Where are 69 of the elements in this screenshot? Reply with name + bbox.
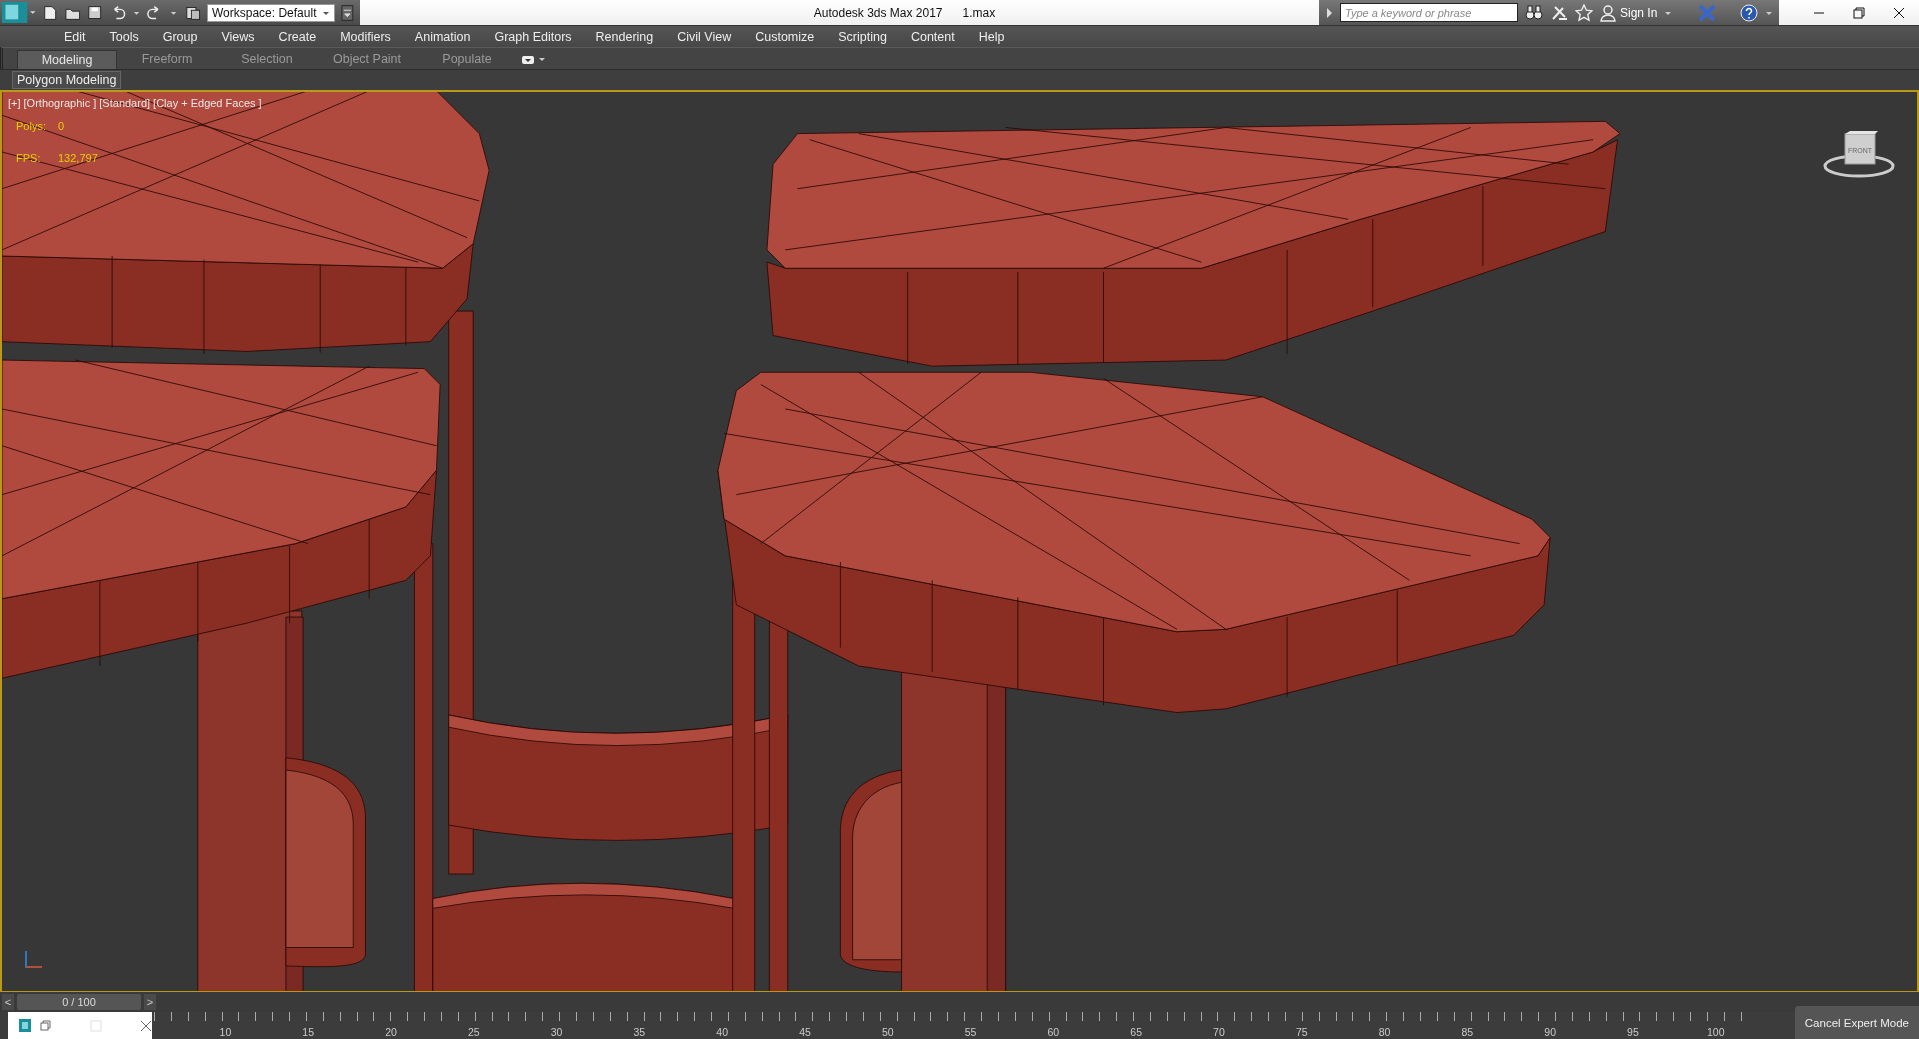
frame-number: 95	[1626, 1026, 1640, 1039]
app-logo-icon[interactable]	[0, 0, 37, 25]
frame-number: 25	[466, 1026, 481, 1039]
ribbon-tab[interactable]: Freeform	[117, 50, 217, 69]
frame-number: 10	[218, 1026, 233, 1039]
restore-icon[interactable]	[1853, 6, 1865, 19]
frame-number: 50	[880, 1026, 895, 1039]
sign-in-label: Sign In	[1620, 5, 1658, 20]
close-icon[interactable]	[1893, 6, 1905, 19]
dropdown-caret-icon	[538, 55, 546, 64]
window-title: Autodesk 3ds Max 2017	[813, 5, 943, 20]
frame-number: 65	[1129, 1026, 1143, 1039]
menu-item[interactable]: Civil View	[665, 29, 744, 44]
viewport-menu-label[interactable]: [+]	[8, 97, 21, 109]
menu-item[interactable]: Create	[266, 29, 329, 44]
menu-item[interactable]: Help	[966, 29, 1017, 44]
search-field[interactable]: Type a keyword or phrase	[1340, 3, 1518, 22]
menu-item[interactable]: Edit	[52, 29, 98, 44]
menu-item[interactable]: Content	[898, 29, 967, 44]
ribbon-toggle-icon	[521, 53, 535, 66]
workspace-dropdown[interactable]: Workspace: Default	[206, 3, 336, 22]
next-frame-button[interactable]: >	[144, 994, 156, 1010]
frame-number: 70	[1212, 1026, 1226, 1039]
menu-item[interactable]: Tools	[97, 29, 151, 44]
frame-number: 55	[963, 1026, 978, 1039]
menu-item[interactable]: Modifiers	[328, 29, 403, 44]
menu-item[interactable]: Views	[209, 29, 267, 44]
frame-number: 35	[632, 1026, 647, 1039]
ribbon-tab[interactable]: Selection	[217, 50, 317, 69]
menu-item[interactable]: Graph Editors	[482, 29, 584, 44]
frame-number: 45	[798, 1026, 812, 1039]
ribbon-tab[interactable]: Populate	[417, 50, 517, 69]
new-file-icon[interactable]	[42, 3, 59, 22]
customize-toolbar-icon[interactable]	[341, 3, 355, 22]
help-icon[interactable]	[1740, 3, 1758, 22]
menu-item[interactable]: Scripting	[826, 29, 899, 44]
sign-in-button[interactable]: Sign In	[1600, 3, 1658, 22]
save-icon[interactable]	[87, 3, 104, 22]
stat-value: 132,797	[58, 152, 98, 164]
frame-number: 80	[1377, 1026, 1392, 1039]
viewport-menu-label[interactable]: [Orthographic ]	[23, 97, 97, 109]
ribbon-tab[interactable]: Object Paint	[317, 50, 417, 69]
menu-item[interactable]: Group	[150, 29, 210, 44]
frame-number: 15	[301, 1026, 316, 1039]
stat-value: 0	[58, 120, 65, 132]
menu-item[interactable]: Customize	[743, 29, 827, 44]
cancel-expert-mode-button[interactable]: Cancel Expert Mode	[1794, 1006, 1919, 1039]
frame-number: 75	[1294, 1026, 1309, 1039]
frame-number: 40	[715, 1026, 729, 1039]
menu-item[interactable]: Animation	[402, 29, 483, 44]
ribbon-panel-tab[interactable]: Polygon Modeling	[12, 71, 122, 89]
file-name: 1.max	[962, 5, 996, 20]
ribbon-tab[interactable]: Modeling	[17, 50, 117, 69]
app-logo-icon	[18, 1018, 32, 1033]
stat-label: FPS:	[16, 152, 42, 164]
binoculars-icon[interactable]	[1525, 3, 1543, 22]
viewport-menu-label[interactable]: [Clay + Edged Faces ]	[153, 97, 262, 109]
frame-number: 30	[549, 1026, 564, 1039]
previous-frame-button[interactable]: <	[2, 994, 14, 1010]
time-slider-handle[interactable]: 0 / 100	[17, 994, 141, 1010]
star-icon[interactable]	[1575, 3, 1593, 22]
frame-number: 60	[1046, 1026, 1061, 1039]
frame-number: 100	[1705, 1026, 1726, 1039]
frame-number: 20	[384, 1026, 398, 1039]
user-icon	[1600, 3, 1616, 22]
frame-number: 90	[1543, 1026, 1557, 1039]
frame-number: 85	[1460, 1026, 1475, 1039]
menu-item[interactable]: Rendering	[583, 29, 666, 44]
expand-arrow-icon[interactable]	[1325, 5, 1333, 20]
